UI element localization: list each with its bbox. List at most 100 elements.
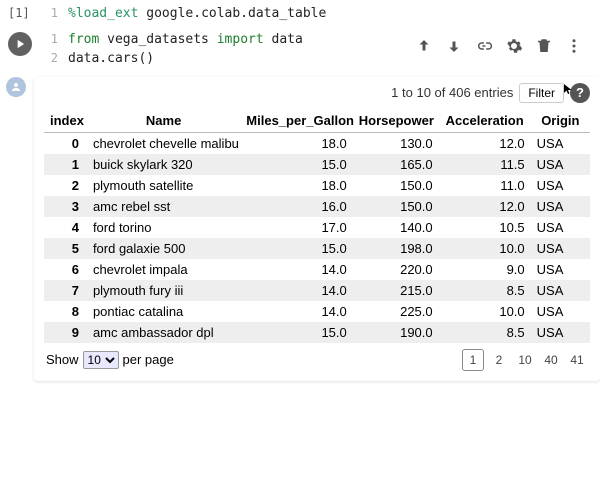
per-page-label: per page <box>123 352 174 367</box>
cell-hp: 150.0 <box>353 175 439 196</box>
cell-hp: 150.0 <box>353 196 439 217</box>
cell-hp: 220.0 <box>353 259 439 280</box>
cell-hp: 198.0 <box>353 238 439 259</box>
delete-icon[interactable] <box>530 32 558 60</box>
move-down-icon[interactable] <box>440 32 468 60</box>
per-page-select[interactable]: 10 <box>83 351 119 369</box>
col-name[interactable]: Name <box>87 109 240 133</box>
entries-status: 1 to 10 of 406 entries <box>391 85 513 100</box>
cell-name: pontiac catalina <box>87 301 240 322</box>
cell-acc: 11.5 <box>439 154 531 175</box>
cell-mpg: 15.0 <box>240 154 352 175</box>
play-icon <box>13 37 27 51</box>
line-number: 1 <box>40 30 58 50</box>
cell-mpg: 14.0 <box>240 280 352 301</box>
col-hp[interactable]: Horsepower <box>353 109 439 133</box>
cell-execution-count: [1] <box>8 6 30 20</box>
cell-index: 9 <box>44 322 87 343</box>
cell-name: amc ambassador dpl <box>87 322 240 343</box>
link-icon[interactable] <box>470 32 498 60</box>
cell-hp: 140.0 <box>353 217 439 238</box>
cell-name: plymouth satellite <box>87 175 240 196</box>
cell-mpg: 17.0 <box>240 217 352 238</box>
table-header-row: index Name Miles_per_Gallon Horsepower A… <box>44 109 590 133</box>
cell-mpg: 16.0 <box>240 196 352 217</box>
cell-toolbar <box>408 30 590 62</box>
cell-mpg: 14.0 <box>240 301 352 322</box>
table-row[interactable]: 6chevrolet impala14.0220.09.0USA <box>44 259 590 280</box>
cell-acc: 12.0 <box>439 196 531 217</box>
cell-hp: 130.0 <box>353 132 439 154</box>
col-mpg[interactable]: Miles_per_Gallon <box>240 109 352 133</box>
page-41[interactable]: 41 <box>566 349 588 371</box>
keyword-from: from <box>68 32 99 47</box>
table-row[interactable]: 7plymouth fury iii14.0215.08.5USA <box>44 280 590 301</box>
cell-index: 7 <box>44 280 87 301</box>
move-up-icon[interactable] <box>410 32 438 60</box>
page-1[interactable]: 1 <box>462 349 484 371</box>
output-area: 1 to 10 of 406 entries Filter ? index Na… <box>34 77 600 381</box>
table-row[interactable]: 9amc ambassador dpl15.0190.08.5USA <box>44 322 590 343</box>
cell-name: chevrolet impala <box>87 259 240 280</box>
cell-hp: 190.0 <box>353 322 439 343</box>
cell-origin: USA <box>531 175 590 196</box>
code-cell-1: [1] 1 %load_ext google.colab.data_table <box>0 0 600 26</box>
col-acc[interactable]: Acceleration <box>439 109 531 133</box>
output-avatar-icon[interactable] <box>6 77 26 97</box>
cell-mpg: 18.0 <box>240 175 352 196</box>
help-icon[interactable]: ? <box>570 83 590 103</box>
cell-mpg: 18.0 <box>240 132 352 154</box>
cell-name: plymouth fury iii <box>87 280 240 301</box>
col-origin[interactable]: Origin <box>531 109 590 133</box>
gear-icon[interactable] <box>500 32 528 60</box>
cell-index: 6 <box>44 259 87 280</box>
cell-hp: 215.0 <box>353 280 439 301</box>
table-row[interactable]: 4ford torino17.0140.010.5USA <box>44 217 590 238</box>
cell-origin: USA <box>531 132 590 154</box>
table-row[interactable]: 2plymouth satellite18.0150.011.0USA <box>44 175 590 196</box>
cell-acc: 11.0 <box>439 175 531 196</box>
run-button[interactable] <box>8 32 32 56</box>
cell-index: 0 <box>44 132 87 154</box>
cell-acc: 8.5 <box>439 322 531 343</box>
table-row[interactable]: 1buick skylark 32015.0165.011.5USA <box>44 154 590 175</box>
cell-name: ford galaxie 500 <box>87 238 240 259</box>
cell-origin: USA <box>531 280 590 301</box>
pager: 12104041 <box>462 349 588 371</box>
table-row[interactable]: 0chevrolet chevelle malibu18.0130.012.0U… <box>44 132 590 154</box>
col-index[interactable]: index <box>44 109 87 133</box>
cell-origin: USA <box>531 259 590 280</box>
cell-index: 2 <box>44 175 87 196</box>
cell-name: ford torino <box>87 217 240 238</box>
cell-index: 8 <box>44 301 87 322</box>
cell-acc: 10.0 <box>439 238 531 259</box>
table-footer: Show 10 per page 12104041 <box>44 343 590 371</box>
cell-acc: 12.0 <box>439 132 531 154</box>
cell-name: chevrolet chevelle malibu <box>87 132 240 154</box>
page-40[interactable]: 40 <box>540 349 562 371</box>
code-text: data.cars() <box>68 49 154 69</box>
cell-hp: 165.0 <box>353 154 439 175</box>
cell-origin: USA <box>531 154 590 175</box>
cell-body[interactable]: 1 %load_ext google.colab.data_table <box>40 4 600 24</box>
filter-button[interactable]: Filter <box>519 83 564 103</box>
cell-name: buick skylark 320 <box>87 154 240 175</box>
cell-mpg: 15.0 <box>240 322 352 343</box>
cell-gutter <box>8 30 40 69</box>
table-row[interactable]: 3amc rebel sst16.0150.012.0USA <box>44 196 590 217</box>
page-2[interactable]: 2 <box>488 349 510 371</box>
cell-acc: 10.5 <box>439 217 531 238</box>
table-row[interactable]: 5ford galaxie 50015.0198.010.0USA <box>44 238 590 259</box>
cell-mpg: 15.0 <box>240 238 352 259</box>
cell-origin: USA <box>531 238 590 259</box>
cell-index: 5 <box>44 238 87 259</box>
page-10[interactable]: 10 <box>514 349 536 371</box>
table-row[interactable]: 8pontiac catalina14.0225.010.0USA <box>44 301 590 322</box>
line-number: 1 <box>40 4 58 24</box>
cell-origin: USA <box>531 217 590 238</box>
cell-acc: 10.0 <box>439 301 531 322</box>
cell-origin: USA <box>531 322 590 343</box>
more-icon[interactable] <box>560 32 588 60</box>
code-magic: %load_ext <box>68 6 138 21</box>
cell-mpg: 14.0 <box>240 259 352 280</box>
